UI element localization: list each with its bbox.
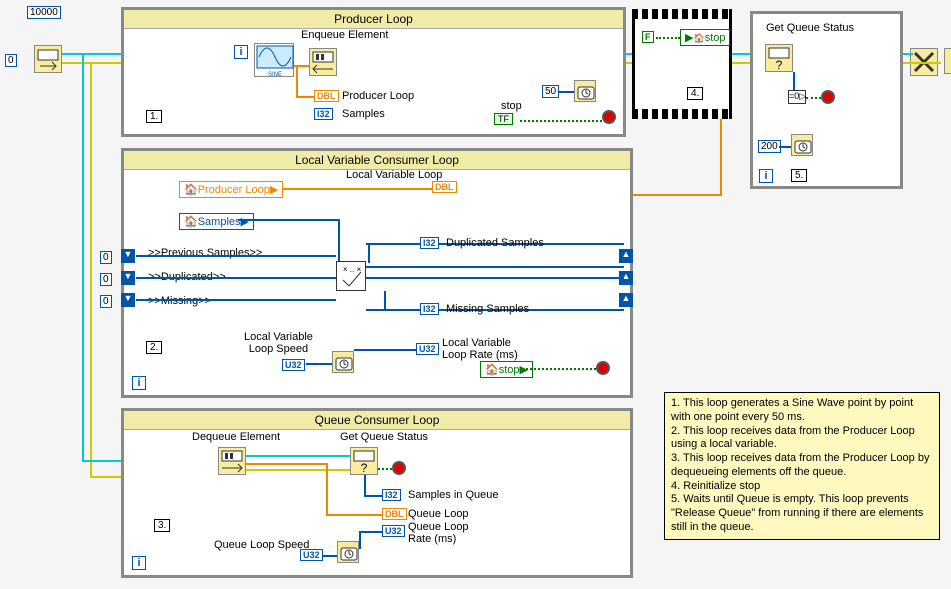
sr-miss-label: >>Missing>> bbox=[148, 295, 211, 307]
lv-rate-label: Local Variable Loop Rate (ms) bbox=[442, 337, 518, 361]
dup-samples-label: Duplicated Samples bbox=[446, 237, 544, 249]
dequeue-label: Dequeue Element bbox=[192, 431, 280, 443]
iteration-terminal: i bbox=[759, 169, 773, 183]
shift-register-right: ▲ bbox=[619, 249, 633, 263]
zero-constant: 0 bbox=[5, 54, 17, 67]
iteration-terminal: i bbox=[132, 556, 146, 570]
sr-init-0a: 0 bbox=[100, 251, 112, 264]
compare-subvi-node: × .. × bbox=[336, 261, 366, 291]
section-4-label: 4. bbox=[687, 87, 703, 100]
wait-ms-node bbox=[574, 80, 596, 102]
i32-type-icon: I32 bbox=[314, 108, 333, 120]
sr-init-0b: 0 bbox=[100, 273, 112, 286]
section-1-label: 1. bbox=[146, 110, 162, 123]
producer-loop-indicator-label: Producer Loop bbox=[342, 90, 414, 102]
sine-generator-node: SINE bbox=[254, 43, 294, 77]
samples-constant: 10000 bbox=[27, 6, 61, 19]
wait-ms-node-3 bbox=[332, 351, 354, 373]
lv-sub-label: Local Variable Loop bbox=[346, 169, 442, 181]
status-title: Get Queue Status bbox=[766, 22, 854, 34]
wait-50-constant: 50 bbox=[542, 85, 559, 98]
shift-register-left: ▼ bbox=[121, 293, 135, 307]
u32-indicator: U32 bbox=[416, 343, 439, 355]
section-5-label: 5. bbox=[791, 169, 807, 182]
u32-indicator: U32 bbox=[382, 525, 405, 537]
dbl-type-icon: DBL bbox=[382, 508, 407, 520]
stop-condition bbox=[602, 110, 616, 124]
samples-var-label: Samples bbox=[198, 216, 241, 228]
queue-consumer-title: Queue Consumer Loop bbox=[124, 411, 630, 430]
sr-prev-label: >>Previous Samples>> bbox=[148, 247, 262, 259]
lv-stop-label: stop bbox=[499, 364, 520, 376]
dbl-type-icon: DBL bbox=[432, 181, 457, 193]
dbl-type-icon: DBL bbox=[314, 90, 339, 102]
status-label: Get Queue Status bbox=[340, 431, 428, 443]
iteration-terminal: i bbox=[132, 376, 146, 390]
stop-local-variable: ▶🏠stop bbox=[680, 29, 730, 46]
note-2: 2. This loop receives data from the Prod… bbox=[671, 425, 933, 453]
stop-tf-terminal: TF bbox=[494, 113, 513, 125]
i32-type-icon: I32 bbox=[420, 303, 439, 315]
stop-var-label: stop bbox=[705, 32, 726, 44]
lv-consumer-loop: Local Variable Consumer Loop Local Varia… bbox=[121, 148, 633, 398]
u32-control: U32 bbox=[300, 549, 323, 561]
samples-local-var: 🏠Samples▶ bbox=[179, 213, 254, 230]
q-speed-label: Queue Loop Speed bbox=[214, 539, 309, 551]
queue-loop-rate-label: Queue Loop Rate (ms) bbox=[408, 521, 469, 545]
shift-register-right: ▲ bbox=[619, 293, 633, 307]
notes-box: 1. This loop generates a Sine Wave point… bbox=[664, 392, 940, 540]
false-constant: F bbox=[642, 31, 654, 43]
compare-zero-node: =0▷ bbox=[788, 90, 806, 104]
stop-label: stop bbox=[501, 100, 522, 112]
note-1: 1. This loop generates a Sine Wave point… bbox=[671, 397, 933, 425]
miss-samples-label: Missing Samples bbox=[446, 303, 529, 315]
producer-loop: Producer Loop Enqueue Element SINE DBL P… bbox=[121, 7, 626, 137]
dequeue-element-node bbox=[218, 447, 246, 475]
status-loop: Get Queue Status ? =0▷ 200 i 5. ?! bbox=[750, 11, 903, 189]
enqueue-element-node bbox=[309, 48, 337, 76]
note-3: 3. This loop receives data from the Prod… bbox=[671, 452, 933, 480]
samples-indicator-label: Samples bbox=[342, 108, 385, 120]
u32-control: U32 bbox=[282, 359, 305, 371]
svg-text:?: ? bbox=[361, 461, 368, 474]
section-3-label: 3. bbox=[154, 519, 170, 532]
section-2-label: 2. bbox=[146, 341, 162, 354]
prod-var-label: Producer Loop bbox=[198, 184, 270, 196]
shift-register-left: ▼ bbox=[121, 271, 135, 285]
producer-loop-local-var: 🏠Producer Loop▶ bbox=[179, 181, 283, 198]
error-handler-node: ?! bbox=[944, 48, 951, 74]
svg-text:× .. ×: × .. × bbox=[343, 265, 362, 274]
lv-stop-condition bbox=[596, 361, 610, 375]
wait-ms-node-2 bbox=[791, 134, 813, 156]
i32-type-icon: I32 bbox=[420, 237, 439, 249]
obtain-queue-node bbox=[34, 45, 62, 73]
lv-consumer-title: Local Variable Consumer Loop bbox=[124, 151, 630, 170]
svg-text:?: ? bbox=[776, 58, 783, 71]
lv-speed-label: Local Variable Loop Speed bbox=[244, 331, 313, 355]
status-stop-condition bbox=[821, 90, 835, 104]
i32-type-icon: I32 bbox=[382, 489, 401, 501]
queue-consumer-loop: Queue Consumer Loop Dequeue Element Get … bbox=[121, 408, 633, 578]
q-stop-condition bbox=[392, 461, 406, 475]
queue-loop-indicator-label: Queue Loop bbox=[408, 508, 469, 520]
samples-in-queue-label: Samples in Queue bbox=[408, 489, 499, 501]
note-5: 5. Waits until Queue is empty. This loop… bbox=[671, 493, 933, 534]
producer-loop-title: Producer Loop bbox=[124, 10, 623, 29]
sr-init-0c: 0 bbox=[100, 295, 112, 308]
wait-ms-node-4 bbox=[337, 541, 359, 563]
shift-register-left: ▼ bbox=[121, 249, 135, 263]
enqueue-label: Enqueue Element bbox=[301, 29, 388, 41]
get-queue-status-node: ? bbox=[765, 44, 793, 72]
note-4: 4. Reinitialize stop bbox=[671, 480, 933, 494]
sequence-frame: F ▶🏠stop 4. bbox=[632, 9, 732, 119]
svg-text:SINE: SINE bbox=[268, 72, 282, 78]
wait-200-constant: 200 bbox=[758, 140, 781, 153]
get-queue-status-node-2: ? bbox=[350, 447, 378, 475]
iteration-terminal: i bbox=[234, 45, 248, 59]
